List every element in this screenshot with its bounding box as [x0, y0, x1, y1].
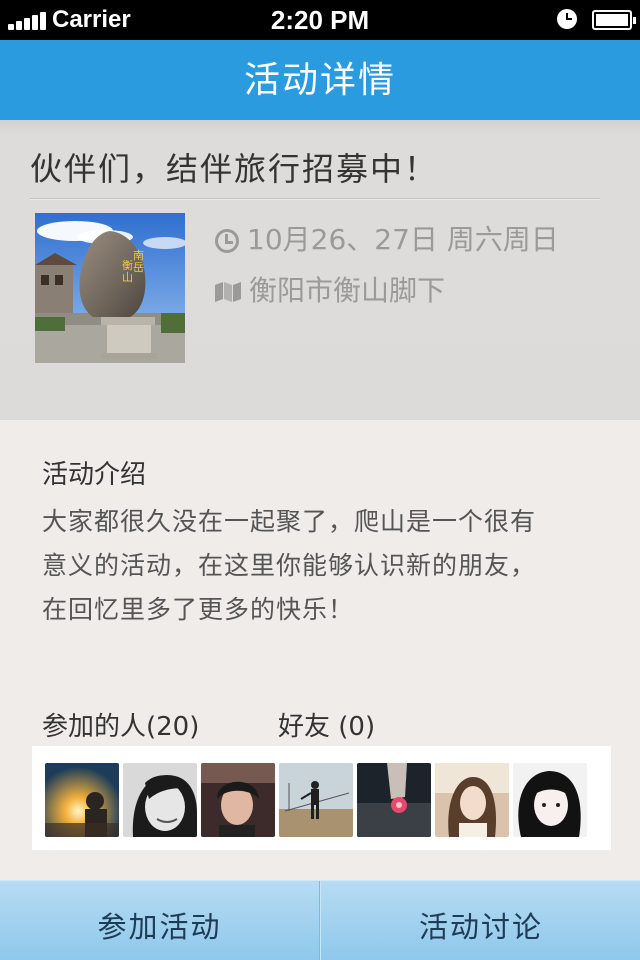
- avatar[interactable]: [357, 763, 431, 837]
- participants-tab[interactable]: 参加的人(20): [42, 706, 199, 743]
- event-date: 10月26、27日 周六周日: [247, 223, 559, 256]
- avatar[interactable]: [45, 763, 119, 837]
- intro-text: 大家都很久没在一起聚了，爬山是一个很有 意义的活动，在这里你能够认识新的朋友， …: [42, 500, 612, 632]
- svg-text:衡山: 衡山: [122, 259, 133, 284]
- mountain-monument-image: 南岳 衡山: [35, 213, 185, 363]
- intro-line: 大家都很久没在一起聚了，爬山是一个很有: [42, 507, 537, 536]
- event-location: 衡阳市衡山脚下: [249, 274, 446, 307]
- avatar[interactable]: [123, 763, 197, 837]
- nav-bar: 活动详情: [0, 40, 640, 120]
- status-bar: Carrier 2:20 PM: [0, 0, 640, 40]
- intro-heading: 活动介绍: [42, 460, 147, 490]
- friends-tab[interactable]: 好友 (0): [278, 706, 375, 743]
- map-icon: [215, 276, 241, 309]
- avatar[interactable]: [435, 763, 509, 837]
- divider: [30, 198, 600, 200]
- event-photo[interactable]: 南岳 衡山: [35, 213, 185, 363]
- screen: Carrier 2:20 PM 活动详情 伙伴们，结伴旅行招募中！ 南岳 衡山 …: [0, 0, 640, 960]
- event-title: 伙伴们，结伴旅行招募中！: [30, 150, 439, 188]
- participant-avatars: [32, 746, 611, 850]
- clock-icon: [215, 229, 239, 253]
- avatar[interactable]: [201, 763, 275, 837]
- join-activity-button[interactable]: 参加活动: [0, 881, 319, 960]
- event-date-row: 10月26、27日 周六周日: [215, 218, 559, 258]
- page-title: 活动详情: [243, 60, 396, 101]
- divider: [319, 881, 321, 960]
- event-header: 伙伴们，结伴旅行招募中！ 南岳 衡山 10月26、27日 周六周日 衡阳市衡山脚…: [0, 120, 640, 420]
- avatar[interactable]: [279, 763, 353, 837]
- intro-line: 在回忆里多了更多的快乐！: [42, 595, 355, 624]
- battery-icon: [592, 10, 636, 30]
- status-time: 2:20 PM: [270, 5, 370, 35]
- alarm-icon: [557, 9, 577, 29]
- photo-caption: 南岳: [133, 249, 144, 274]
- intro-line: 意义的活动，在这里你能够认识新的朋友，: [42, 551, 537, 580]
- bottom-action-bar: 参加活动 活动讨论: [0, 880, 640, 960]
- event-location-row: 衡阳市衡山脚下: [215, 269, 445, 309]
- discuss-activity-button[interactable]: 活动讨论: [322, 881, 640, 960]
- avatar[interactable]: [513, 763, 587, 837]
